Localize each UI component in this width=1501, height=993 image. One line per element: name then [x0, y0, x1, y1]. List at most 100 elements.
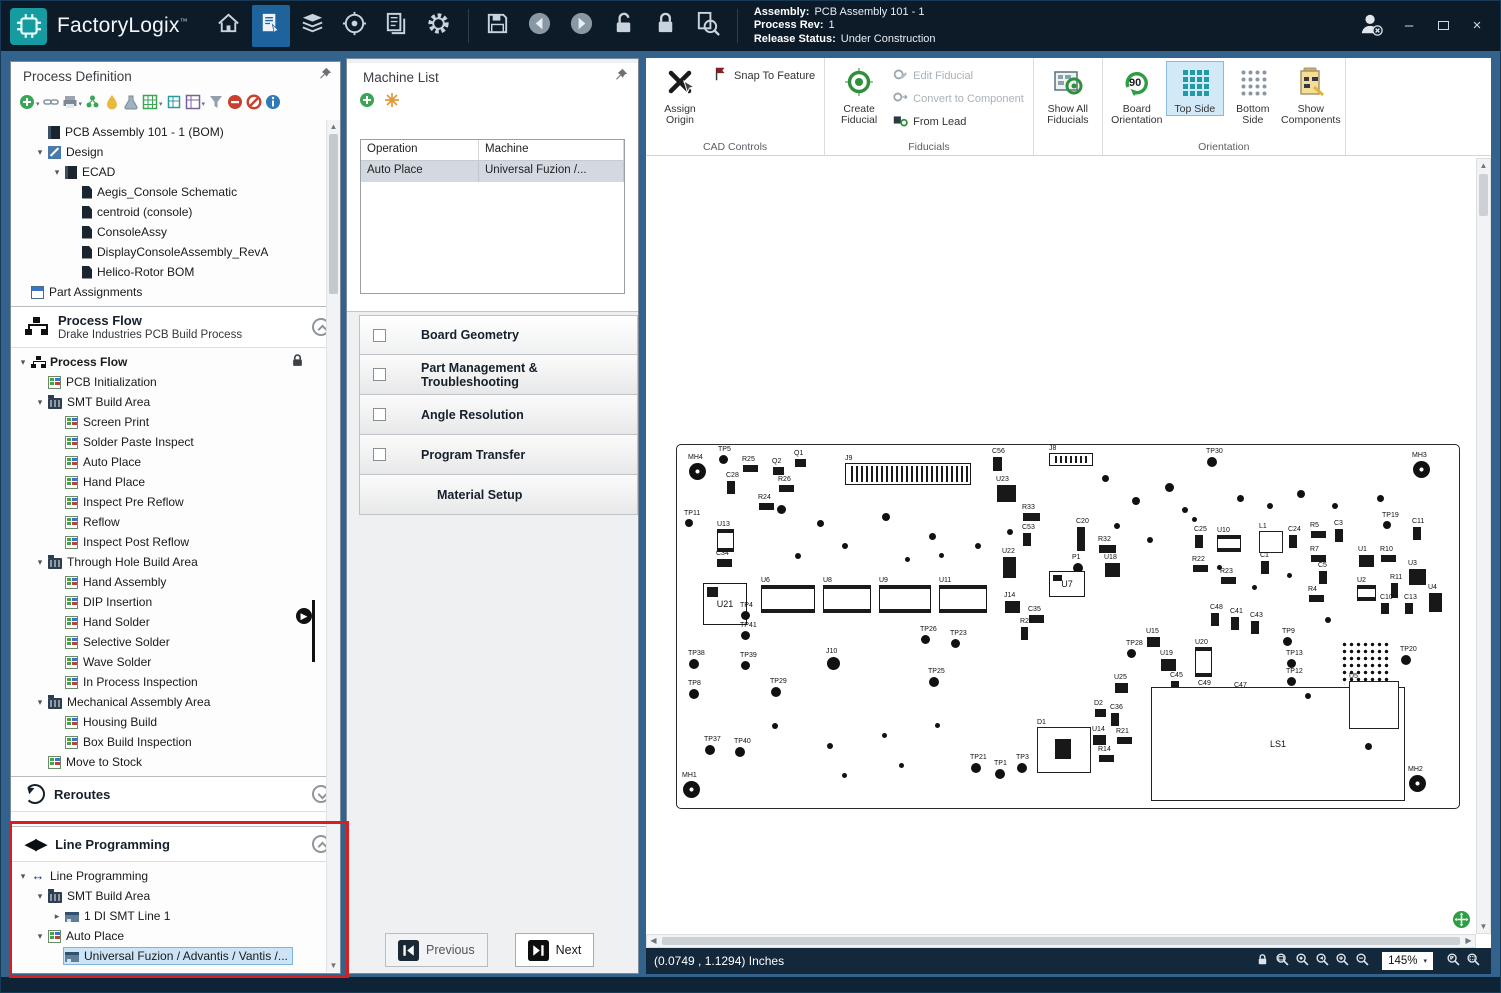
tree-item-hand-place[interactable]: Hand Place: [11, 472, 324, 492]
next-button[interactable]: Next: [515, 933, 595, 967]
section-board-geometry[interactable]: Board Geometry: [359, 315, 638, 355]
pcb-component-u20[interactable]: U20: [1195, 647, 1212, 677]
pcb-component-c36[interactable]: C36: [1111, 713, 1119, 726]
scrollbar-thumb[interactable]: [1479, 174, 1488, 216]
machine-settings-button[interactable]: [384, 92, 400, 113]
pcb-component-c34[interactable]: C34: [717, 559, 732, 567]
link-button[interactable]: [43, 94, 59, 115]
remove-button[interactable]: [227, 94, 243, 115]
tree-item-displayconsoleassembly-reva[interactable]: DisplayConsoleAssembly_RevA: [11, 242, 324, 262]
scrollbar-thumb[interactable]: [329, 134, 338, 294]
pcb-component-tp1[interactable]: TP1: [995, 769, 1005, 779]
tree-item-reflow[interactable]: Reflow: [11, 512, 324, 532]
expander-open-icon[interactable]: ▾: [17, 871, 29, 882]
pcb-component-tp12[interactable]: TP12: [1287, 677, 1296, 686]
show-all-fiducials-button[interactable]: Show All Fiducials: [1039, 61, 1097, 128]
pcb-component-c13[interactable]: C13: [1405, 603, 1413, 614]
expander-open-icon[interactable]: ▾: [34, 697, 46, 708]
convert-to-component-button[interactable]: Convert to Component: [892, 89, 1024, 108]
pcb-component-tp39[interactable]: TP39: [741, 661, 750, 670]
minimize-button[interactable]: –: [1400, 17, 1418, 35]
highlight-button[interactable]: [104, 94, 120, 115]
pcb-component-c41[interactable]: C41: [1231, 617, 1239, 630]
pcb-component-u18[interactable]: U18: [1105, 563, 1120, 577]
zoom-in-button[interactable]: [1332, 952, 1352, 970]
tree-item-smt-build-area[interactable]: ▾SMT Build Area: [11, 392, 324, 412]
pcb-component-tp3[interactable]: TP3: [1017, 763, 1027, 773]
tree-item-smt-build-area[interactable]: ▾SMT Build Area: [11, 886, 324, 906]
cad-canvas[interactable]: MH4TP5R25Q2Q1R26C28R24J9C56U23J8TP30MH3T…: [646, 156, 1491, 974]
pcb-component-tp4[interactable]: TP4: [741, 611, 750, 620]
pcb-component-c24[interactable]: C24: [1289, 535, 1297, 548]
pcb-component-tp19[interactable]: TP19: [1383, 521, 1391, 529]
pcb-component-j8[interactable]: J8: [1049, 453, 1093, 466]
zoom-selection-button[interactable]: [1463, 952, 1483, 970]
section-angle-resolution[interactable]: Angle Resolution: [359, 395, 638, 435]
maximize-button[interactable]: [1434, 17, 1452, 35]
tree-item-line-programming[interactable]: ▾↔Line Programming: [11, 866, 324, 886]
pcb-component-tp37[interactable]: TP37: [705, 745, 715, 755]
pcb-component-u4[interactable]: U4: [1429, 593, 1442, 612]
pcb-component-u1[interactable]: U1: [1359, 555, 1374, 567]
pcb-component-c25[interactable]: C25: [1195, 535, 1203, 548]
pcb-component-tp9[interactable]: TP9: [1283, 637, 1292, 646]
pcb-component-r7[interactable]: R7: [1311, 555, 1326, 562]
pcb-component-tp21[interactable]: TP21: [971, 763, 981, 773]
expander-open-icon[interactable]: ▾: [34, 147, 46, 158]
user-icon[interactable]: [1358, 11, 1384, 42]
scroll-right-arrow[interactable]: ▶: [1462, 935, 1475, 948]
scroll-down-arrow[interactable]: ▼: [1477, 920, 1490, 933]
check-out-unlock-button[interactable]: [605, 5, 643, 47]
material-logistics-button[interactable]: [294, 5, 332, 47]
pcb-component-u19[interactable]: U19: [1161, 659, 1176, 671]
pcb-component-u22[interactable]: U22: [1003, 557, 1016, 578]
production-transfer-button[interactable]: [336, 5, 374, 47]
tree-item-wave-solder[interactable]: Wave Solder: [11, 652, 324, 672]
zoom-extents-button[interactable]: [1443, 952, 1463, 970]
info-button[interactable]: [265, 94, 281, 115]
pcb-component-r10[interactable]: R10: [1381, 555, 1396, 562]
pcb-component-mh3[interactable]: MH3: [1413, 461, 1430, 478]
expander-open-icon[interactable]: ▾: [34, 397, 46, 408]
pcb-component-u11[interactable]: U11: [939, 585, 987, 613]
pcb-component-q1[interactable]: Q1: [795, 459, 806, 467]
expander-open-icon[interactable]: ▾: [17, 357, 29, 368]
print-button[interactable]: ▾: [62, 94, 83, 115]
left-panel-scrollbar[interactable]: ▲ ▼: [326, 120, 340, 972]
tree-item-inspect-pre-reflow[interactable]: Inspect Pre Reflow: [11, 492, 324, 512]
pin-icon[interactable]: [319, 67, 332, 85]
pcb-component-j9[interactable]: J9: [845, 463, 971, 485]
tree-item-process-flow[interactable]: ▾Process Flow: [11, 352, 324, 372]
pcb-component-tp13[interactable]: TP13: [1287, 659, 1296, 668]
tree-item-inspect-post-reflow[interactable]: Inspect Post Reflow: [11, 532, 324, 552]
pcb-component-tp25[interactable]: TP25: [929, 677, 939, 687]
pcb-component-tp20[interactable]: TP20: [1401, 655, 1411, 665]
pcb-component-c5[interactable]: C5: [1319, 571, 1327, 584]
edit-fiducial-button[interactable]: Edit Fiducial: [892, 66, 1024, 85]
pcb-component-u7[interactable]: U7: [1049, 571, 1085, 597]
board-view-purple-button[interactable]: ▾: [185, 94, 206, 115]
expander-closed-icon[interactable]: ▸: [51, 911, 63, 922]
expander-open-icon[interactable]: ▾: [34, 931, 46, 942]
pcb-component-d2[interactable]: D2: [1095, 709, 1106, 717]
pcb-component-r26[interactable]: R26: [779, 485, 794, 492]
checkbox[interactable]: [373, 408, 386, 421]
tree-item-hand-assembly[interactable]: Hand Assembly: [11, 572, 324, 592]
pcb-component-j14[interactable]: J14: [1005, 601, 1020, 613]
section-part-management-troubleshooting[interactable]: Part Management & Troubleshooting: [359, 355, 638, 395]
pcb-component-j10[interactable]: J10: [827, 657, 840, 670]
zoom-dynamic-button[interactable]: [1292, 952, 1312, 970]
scroll-up-arrow[interactable]: ▲: [1477, 159, 1490, 172]
tree-item-mechanical-assembly-area[interactable]: ▾Mechanical Assembly Area: [11, 692, 324, 712]
pcb-component-tp40[interactable]: TP40: [735, 747, 745, 757]
navigate-forward-button[interactable]: [563, 5, 601, 47]
tree-item-universal-fuzion-advantis-vantis[interactable]: Universal Fuzion / Advantis / Vantis /..…: [11, 946, 324, 966]
board-orientation-button[interactable]: 90Board Orientation: [1108, 61, 1166, 128]
tree-item-selective-solder[interactable]: Selective Solder: [11, 632, 324, 652]
pcb-component-c1[interactable]: C1: [1261, 561, 1269, 574]
pcb-component-tp28[interactable]: TP28: [1127, 649, 1136, 658]
pcb-component-tp8[interactable]: TP8: [689, 689, 699, 699]
pcb-component-c43[interactable]: C43: [1251, 621, 1259, 634]
column-header-machine[interactable]: Machine: [479, 140, 624, 160]
tree-item-in-process-inspection[interactable]: In Process Inspection: [11, 672, 324, 692]
